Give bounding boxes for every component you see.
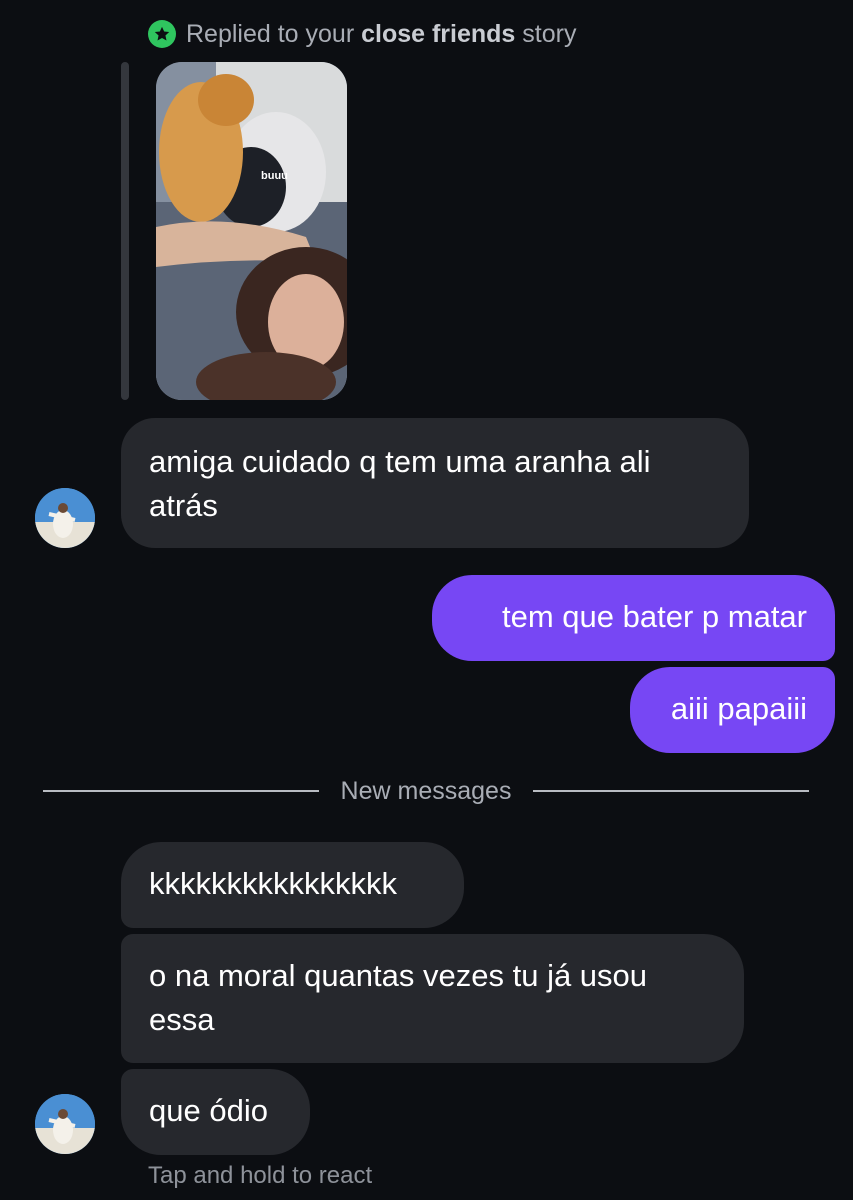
message-text: o na moral quantas vezes tu já usou essa (149, 958, 648, 1037)
message-text: que ódio (149, 1093, 268, 1128)
react-hint: Tap and hold to react (148, 1162, 373, 1189)
divider-label: New messages (340, 776, 512, 805)
reply-prefix: Replied to your (186, 19, 362, 48)
message-bubble-outgoing[interactable]: aiii papaiii (630, 667, 835, 753)
message-bubble-outgoing[interactable]: tem que bater p matar (432, 575, 835, 661)
story-thumbnail[interactable]: buuu (156, 62, 347, 400)
story-image (156, 62, 347, 400)
story-caption: buuu (261, 170, 288, 182)
divider-line (533, 790, 809, 792)
message-text: tem que bater p matar (502, 599, 807, 634)
message-text: amiga cuidado q tem uma aranha ali atrás (149, 444, 651, 523)
story-reply-header: Replied to your close friends story (148, 18, 576, 50)
new-messages-divider: New messages (43, 775, 809, 807)
reply-quote-bar (121, 62, 129, 400)
message-text: kkkkkkkkkkkkkkkk (149, 866, 397, 901)
message-bubble-incoming[interactable]: que ódio (121, 1069, 310, 1155)
message-text: aiii papaiii (670, 691, 807, 726)
message-bubble-incoming[interactable]: o na moral quantas vezes tu já usou essa (121, 934, 744, 1063)
message-bubble-incoming[interactable]: kkkkkkkkkkkkkkkk (121, 842, 464, 928)
divider-line (43, 790, 319, 792)
contact-avatar[interactable] (35, 1094, 95, 1154)
close-friends-star-icon (148, 20, 176, 48)
contact-avatar[interactable] (35, 488, 95, 548)
message-bubble-incoming[interactable]: amiga cuidado q tem uma aranha ali atrás (121, 418, 749, 548)
close-friends-label: close friends (361, 19, 516, 48)
reply-suffix: story (515, 19, 577, 48)
